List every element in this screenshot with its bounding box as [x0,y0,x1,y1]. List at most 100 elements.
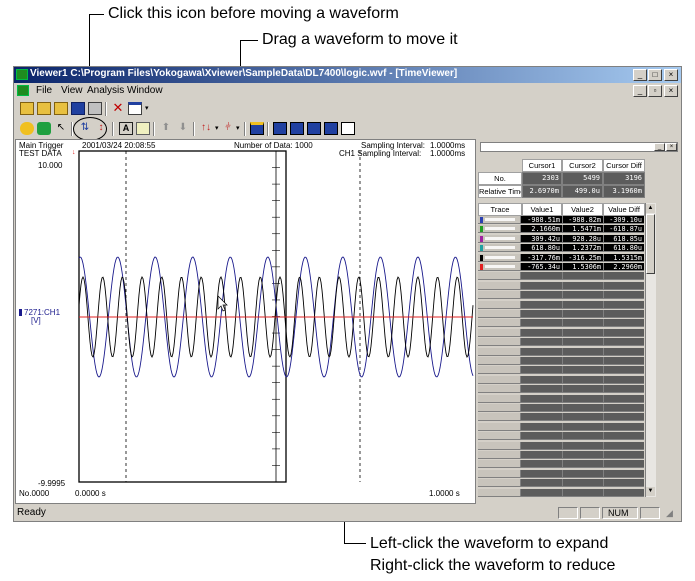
trace-cell[interactable] [478,385,521,393]
waveform-canvas[interactable] [15,139,476,504]
trace-cell[interactable] [478,366,521,374]
scroll-thumb[interactable] [646,214,655,274]
chevron-down-icon[interactable]: ▾ [236,124,240,132]
trace-cell[interactable] [478,469,521,477]
trace-row[interactable] [478,357,644,365]
trace-row[interactable]: -988.51m -988.82m -309.10u [478,216,644,224]
trace-cell[interactable] [478,328,521,336]
trace-row[interactable] [478,413,644,422]
trace-row[interactable]: 309.42u 928.28u 618.85u [478,234,644,243]
trace-cell[interactable] [478,451,521,458]
trace-row[interactable] [478,422,644,431]
trace-row[interactable] [478,451,644,459]
child-minimize-button[interactable]: _ [633,85,647,97]
trace-row[interactable] [478,469,644,478]
trace-row[interactable]: -317.76m -316.25m 1.5315m [478,253,644,262]
scroll-down-icon[interactable]: ▼ [646,487,655,496]
trace-row[interactable]: 618.80u 1.2372m 618.80u [478,244,644,253]
trace-cell[interactable] [478,488,521,496]
trace-row[interactable] [478,272,644,281]
trace-row[interactable] [478,347,644,356]
save-icon[interactable] [71,102,85,115]
print-icon[interactable] [88,102,102,115]
trace-row[interactable] [478,375,644,384]
trace-cell[interactable] [478,272,521,280]
trace-cell[interactable] [478,338,521,346]
display-three-icon[interactable] [290,122,304,135]
trace-row[interactable] [478,338,644,347]
menu-file[interactable]: File [36,85,52,96]
child-close-button[interactable]: × [664,85,678,97]
panel-minimize-button[interactable]: _ [654,143,665,151]
trace-row[interactable] [478,328,644,337]
scroll-up-icon[interactable]: ▲ [646,204,655,213]
trace-cell[interactable] [478,394,521,402]
trace-row[interactable] [478,366,644,375]
trace-cell[interactable] [478,460,521,468]
waveform-plot[interactable]: Main Trigger 2001/03/24 20:08:55 TEST DA… [15,139,476,504]
trace-row[interactable] [478,300,644,309]
trace-row[interactable] [478,281,644,290]
trace-cell[interactable] [478,310,521,317]
display-four-icon[interactable] [307,122,321,135]
chevron-down-icon[interactable]: ▾ [215,124,219,132]
new-folder-icon[interactable] [20,102,34,115]
trace-row[interactable] [478,291,644,300]
trace-cell[interactable] [478,347,521,355]
trace-row[interactable] [478,460,644,469]
trace-cell[interactable] [478,281,521,289]
trace-cell[interactable] [478,441,521,449]
menu-view[interactable]: View [61,85,83,96]
trace-row[interactable] [478,394,644,403]
display-xy-icon[interactable] [324,122,338,135]
maximize-button[interactable]: □ [648,69,662,81]
star-icon[interactable] [20,122,34,135]
trace-cell[interactable] [478,413,521,421]
delete-icon[interactable]: ✕ [111,101,125,115]
trace-row[interactable] [478,404,644,412]
trace-cell[interactable] [478,432,521,440]
display-two-icon[interactable] [273,122,287,135]
trace-cell[interactable] [478,357,521,364]
minimize-button[interactable]: _ [633,69,647,81]
trace-row[interactable] [478,488,644,497]
cursor-mode-icon[interactable]: ↑↓ [199,122,213,135]
trace-row[interactable] [478,310,644,318]
menu-analysis[interactable]: Analysis [87,85,124,96]
trace-row[interactable] [478,319,644,328]
zoom-out-icon[interactable]: ⬇ [176,122,190,135]
trace-cell[interactable] [478,479,521,487]
trace-cell[interactable] [478,300,521,308]
cursor2-number[interactable]: 5499 [562,172,603,185]
trace-row[interactable] [478,441,644,450]
trace-cell[interactable] [478,375,521,383]
trace-cell[interactable] [478,422,521,430]
display-one-icon[interactable] [250,122,264,135]
cursor1-number[interactable]: 2303 [522,172,562,185]
clipboard-icon[interactable] [136,122,150,135]
open-folder-icon[interactable] [37,102,51,115]
trace-row[interactable]: -765.34u 1.5306m 2.2960m [478,263,644,271]
trace-cell[interactable] [478,319,521,327]
resize-grip-icon[interactable]: ◢ [666,508,673,519]
trace-cell[interactable] [478,404,521,411]
table-view-icon[interactable] [341,122,355,135]
trace-row[interactable] [478,479,644,488]
zoom-in-icon[interactable]: ⬆ [159,122,173,135]
menu-window[interactable]: Window [127,85,163,96]
cursor-select-icon[interactable]: ⫩ [221,122,235,135]
text-annotation-icon[interactable]: A [119,122,133,135]
child-restore-button[interactable]: ▫ [648,85,662,97]
window-layout-icon[interactable] [128,102,142,115]
trace-row[interactable]: 2.1660m 1.5471m -618.87u [478,225,644,234]
trace-row[interactable] [478,385,644,394]
title-bar[interactable]: Viewer1 C:\Program Files\Yokogawa\Xviewe… [14,67,681,83]
open-file-icon[interactable] [54,102,68,115]
close-button[interactable]: × [664,69,678,81]
trace-row[interactable] [478,432,644,441]
chevron-down-icon[interactable]: ▾ [145,104,149,112]
trace-cell[interactable] [478,291,521,299]
panel-close-button[interactable]: × [666,143,677,151]
cursor-icon[interactable]: ↖ [54,122,68,135]
zoom-icon[interactable] [37,122,51,135]
